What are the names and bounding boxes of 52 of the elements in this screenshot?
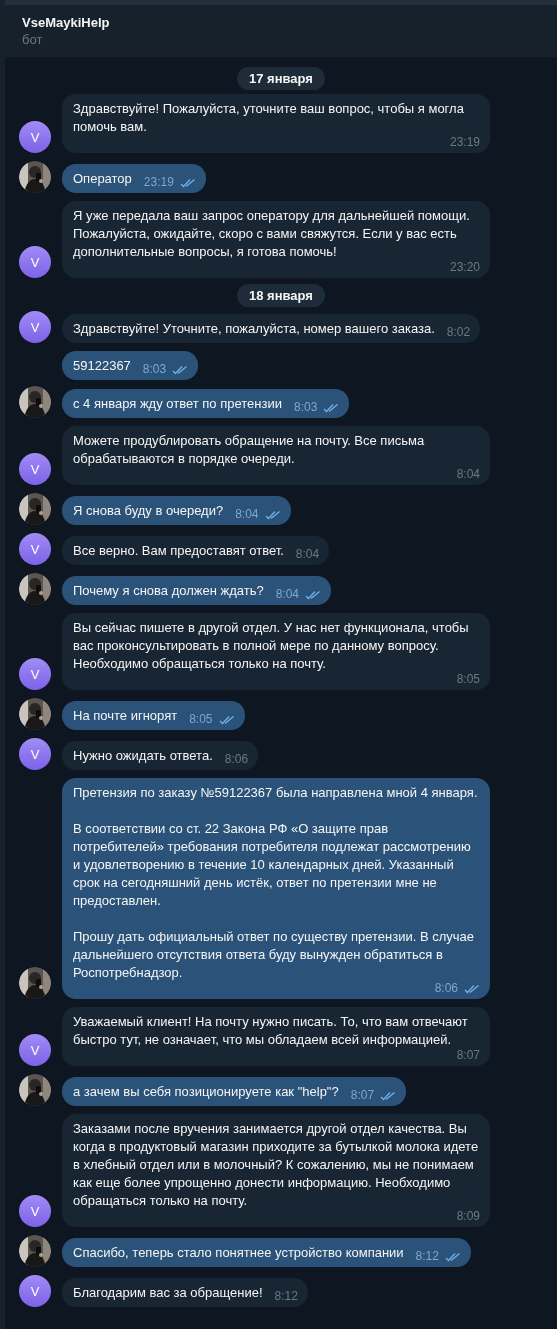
date-separator: 18 января [237,284,325,307]
bot-avatar[interactable]: V [19,533,51,565]
message-time: 8:03 [142,363,167,376]
bot-avatar[interactable]: V [19,1034,51,1066]
message-time: 8:03 [293,401,318,414]
message-time: 23:19 [143,176,174,189]
bot-avatar[interactable]: V [19,1195,51,1227]
message-text: Претензия по заказу №59122367 была направлена мной 4 января. В соответствии со ст. 22 Закона РФ «О защите прав потребителей» требования потребителя подлежат рассмотрению и удовлетворению в течение 10 календарных дней. Указанный срок на сегодняшний день истёк, ответ по претензии мне не предоставлен. Прошу дать официальный ответ по существу претензии. В случае дальнейшего отсутствия ответа буду вынужден обратиться в Роспотребнадзор. [73,784,479,982]
message-time: 8:06 [434,982,458,995]
message-time: 8:12 [274,1290,298,1303]
message-text: На почте игнорят [73,707,178,725]
bot-avatar[interactable]: V [19,738,51,770]
message-time: 8:06 [224,753,249,766]
message-text: Благодарим вас за обращение! [73,1284,263,1302]
bot-avatar[interactable]: V [19,121,51,153]
message-text: Я уже передала ваш запрос оператору для дальнейшей помощи. Пожалуйста, ожидайте, скоро с вами свяжутся. Если у вас есть дополнительные вопросы, я готова помочь! [73,207,471,261]
message-text: 59122367 [73,357,131,375]
message-text: с 4 января жду ответ по претензии [73,395,282,413]
message-time: 8:05 [456,673,480,686]
bot-avatar[interactable]: V [19,311,51,343]
chat-title: VseMaykiHelp [22,14,111,31]
message-text: Заказами после вручения занимается другой отдел качества. Вы когда в продуктовый магазин приходите за бутылкой молока идете в хлебный отдел или в молочный? К сожалению, мы не понимаем как еще более упрощенно донести информацию. Необходимо обращаться только на почту. [73,1120,480,1210]
message-time: 8:02 [446,326,471,339]
message-text: Можете продублировать обращение на почту. Все письма обрабатываются в порядке очереди. [73,432,426,468]
message-time: 8:07 [456,1049,480,1062]
message-text: Все верно. Вам предоставят ответ. [73,542,284,560]
date-separator: 17 января [237,67,325,90]
bot-avatar[interactable]: V [19,658,51,690]
message-time: 8:04 [295,548,320,561]
message-text: Нужно ожидать ответа. [73,747,213,765]
message-time: 8:07 [350,1089,375,1102]
message-time: 8:04 [456,468,480,481]
message-text: Оператор [73,170,132,188]
message-time: 23:19 [449,136,480,149]
bot-avatar[interactable]: V [19,453,51,485]
message-time: 8:12 [415,1250,439,1263]
message-text: Здравствуйте! Уточните, пожалуйста, номер вашего заказа. [73,320,435,338]
bot-avatar[interactable]: V [19,1275,51,1307]
message-time: 8:04 [275,588,300,601]
message-time: 8:09 [456,1210,480,1223]
message-text: Спасибо, теперь стало понятнее устройство компании [73,1244,404,1262]
message-time: 23:20 [449,261,480,274]
bot-avatar[interactable]: V [19,246,51,278]
message-text: Здравствуйте! Пожалуйста, уточните ваш вопрос, чтобы я могла помочь вам. [73,100,465,136]
message-text: Я снова буду в очереди? [73,502,224,520]
message-time: 8:04 [235,508,259,521]
message-text: а зачем вы себя позиционируете как "help"? [73,1083,339,1101]
message-text: Уважаемый клиент! На почту нужно писать. То, что вам отвечают быстро тут, не означает, что мы обладаем всей информацией. [73,1013,469,1049]
message-text: Вы сейчас пишете в другой отдел. У нас нет функционала, чтобы вас проконсультировать в полной мере по данному вопросу. Необходимо обращаться только на почту. [73,619,470,673]
message-text: Почему я снова должен ждать? [73,582,264,600]
message-time: 8:05 [189,713,213,726]
chat-subtitle: бот [22,31,44,49]
